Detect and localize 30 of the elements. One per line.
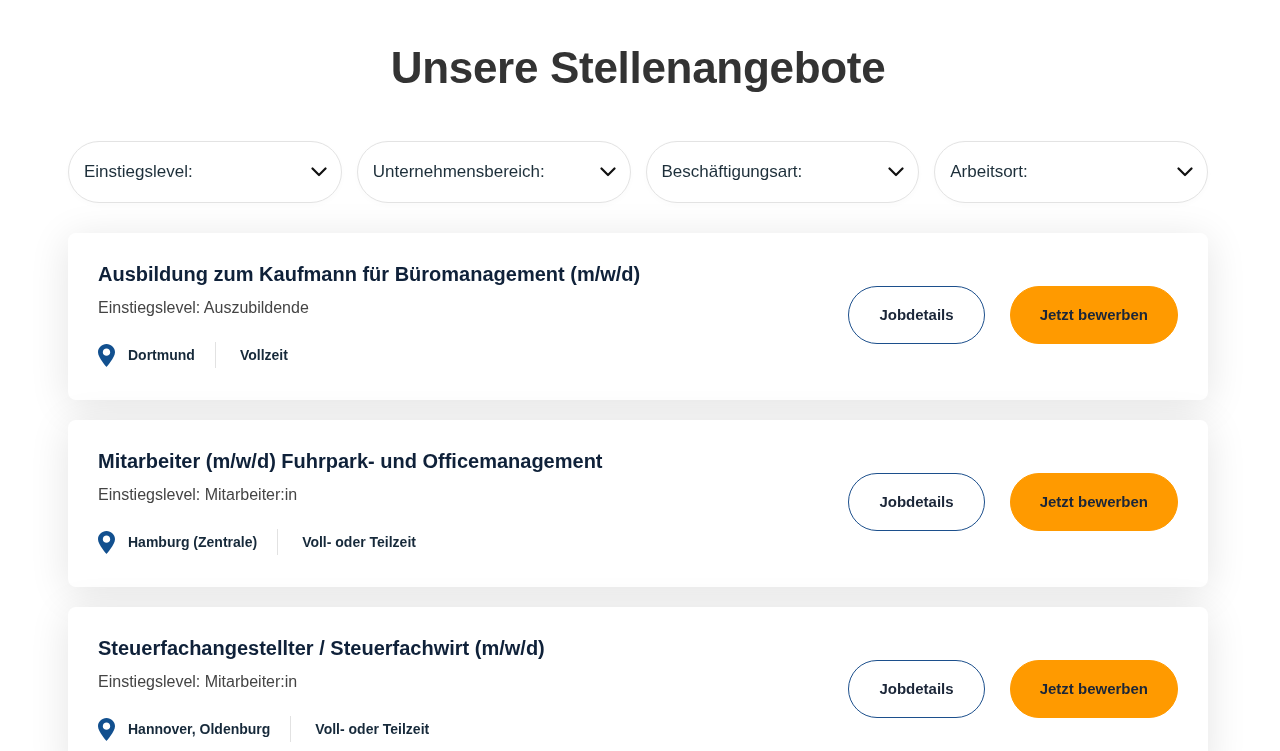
job-details-button[interactable]: Jobdetails: [848, 659, 985, 718]
entry-level-text: Einstiegslevel: Mitarbeiter:in: [98, 485, 299, 505]
employment-type: Voll- oder Teilzeit: [302, 534, 416, 550]
apply-button[interactable]: Jetzt bewerben: [1009, 659, 1178, 718]
apply-button[interactable]: Jetzt bewerben: [1009, 472, 1178, 531]
map-pin-icon: [98, 717, 115, 741]
chevron-down-icon: [1177, 167, 1193, 177]
job-details-button[interactable]: Jobdetails: [848, 285, 985, 344]
filter-dropdown[interactable]: Unternehmensbereich:: [356, 141, 631, 203]
entry-level-text: Einstiegslevel: Mitarbeiter:in: [98, 672, 299, 692]
employment-type: Vollzeit: [239, 347, 288, 363]
apply-button[interactable]: Jetzt bewerben: [1009, 285, 1178, 344]
filter-dropdown[interactable]: Arbeitsort:: [934, 141, 1208, 203]
page-heading: Unsere Stellenangebote: [389, 42, 887, 94]
job-title: Steuerfachangestellter / Steuerfachwirt (m/w/d): [98, 636, 545, 661]
filter-dropdown[interactable]: Einstiegslevel:: [68, 141, 342, 203]
job-location: Dortmund: [128, 347, 195, 363]
job-details-button[interactable]: Jobdetails: [848, 472, 985, 531]
map-pin-icon: [98, 343, 115, 367]
employment-type: Voll- oder Teilzeit: [315, 721, 430, 737]
entry-level-text: Einstiegslevel: Auszubildende: [98, 298, 310, 318]
chevron-down-icon: [599, 167, 616, 177]
chevron-down-icon: [310, 167, 327, 177]
job-location: Hannover, Oldenburg: [128, 721, 271, 737]
job-title: Mitarbeiter (m/w/d) Fuhrpark- und Officemanagement: [98, 449, 603, 474]
chevron-down-icon: [888, 167, 905, 177]
job-location: Hamburg (Zentrale): [128, 534, 258, 550]
map-pin-icon: [98, 530, 115, 554]
filter-dropdown[interactable]: Beschäftigungsart:: [645, 141, 920, 203]
job-title: Ausbildung zum Kaufmann für Büromanagement (m/w/d): [98, 262, 641, 287]
